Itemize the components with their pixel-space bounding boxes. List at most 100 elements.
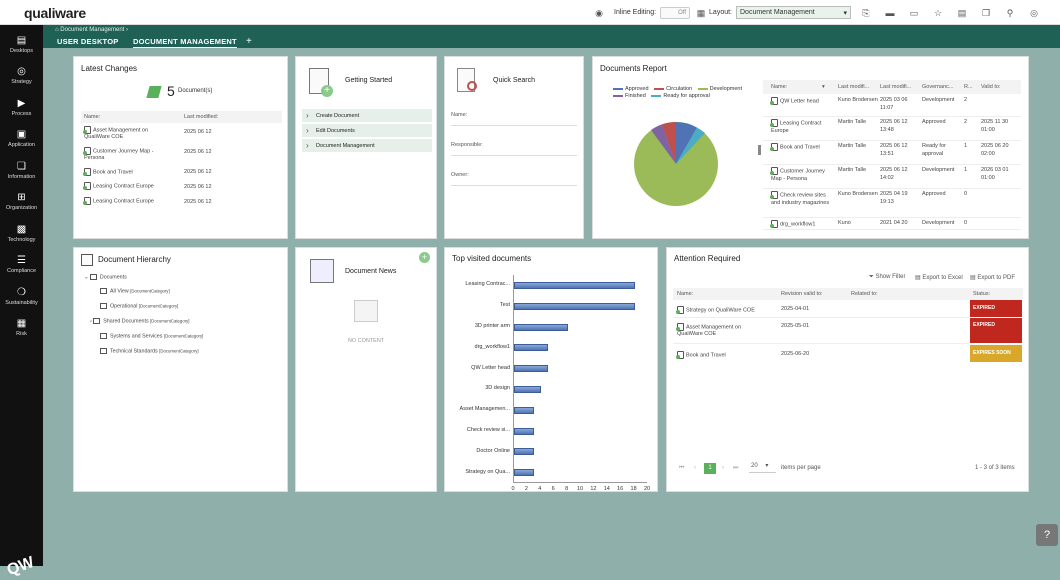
star-icon[interactable]: ☆ [933, 8, 943, 18]
sidebar-item-risk[interactable]: ▦ Risk [0, 318, 43, 337]
column-name[interactable]: Name: [771, 84, 787, 90]
add-news-button[interactable]: + [419, 252, 430, 263]
responsible-field[interactable] [451, 155, 577, 156]
help-button[interactable]: ? [1036, 524, 1058, 546]
pager-next-button[interactable]: › [722, 465, 724, 471]
tree-item[interactable]: Operational [DocumentCategory] [100, 303, 178, 309]
add-tab-button[interactable]: + [246, 36, 252, 47]
column-valid-to[interactable]: Valid to: [981, 84, 1000, 90]
chart-bar[interactable] [514, 385, 541, 393]
pager-prev-button[interactable]: ‹ [694, 465, 696, 471]
chart-bar[interactable] [514, 427, 535, 435]
inline-editing-toggle[interactable]: Off [660, 6, 691, 19]
pager-last-button[interactable]: ⏭ [733, 465, 738, 472]
sidebar-item-desktops[interactable]: ▤ Desktops [0, 35, 43, 54]
quick-search-card: Quick Search Name: Responsible: Owner: [444, 56, 584, 239]
column-related-to[interactable]: Related to: [851, 291, 878, 297]
chart-bar[interactable] [514, 469, 535, 477]
page-size-select[interactable]: 20 ▾ [749, 462, 776, 473]
column-governance[interactable]: Governanc... [922, 84, 954, 90]
report-row[interactable]: Check review sites and industry magazine… [763, 189, 1021, 218]
legend-swatch [697, 87, 708, 90]
column-revision[interactable]: R... [964, 84, 973, 90]
report-row[interactable]: drg_workflow1 Kuno 2021 04 20 Development 0 [763, 218, 1021, 230]
search-icon[interactable]: ⚲ [1005, 8, 1015, 18]
share-icon[interactable]: ⎘ [861, 8, 871, 18]
chart-bar[interactable] [514, 344, 548, 352]
chart-bar[interactable] [514, 365, 548, 373]
sidebar-item-strategy[interactable]: ◎ Strategy [0, 66, 43, 85]
sidebar-item-sustainability[interactable]: ❍ Sustainability [0, 287, 43, 306]
report-cell: 2021 04 20 [880, 220, 920, 228]
status-icon[interactable]: ◉ [594, 8, 604, 18]
table-row[interactable]: Book and Travel [676, 351, 726, 359]
folder-icon[interactable]: ▬ [885, 8, 895, 18]
column-revision-valid-to[interactable]: Revision valid to: [781, 291, 823, 297]
tree-item[interactable]: › Shared Documents [DocumentCategory] [90, 318, 190, 324]
legend-label: Ready for approval [663, 93, 710, 99]
no-content-text: NO CONTENT [347, 338, 385, 344]
tree-root-documents[interactable]: ⌄ Documents [84, 274, 127, 280]
owner-field[interactable] [451, 185, 577, 186]
sidebar-item-organization[interactable]: ⊞ Organization [0, 192, 43, 211]
tab-user-desktop[interactable]: USER DESKTOP [57, 37, 118, 46]
table-row[interactable]: Strategy on QualiWare COE [676, 306, 755, 314]
report-row[interactable]: Book and Travel Martin Talle 2025 06 12 13… [763, 141, 1021, 165]
report-cell: 2025 11 30 01:00 [981, 119, 1017, 134]
empty-box-icon [354, 300, 378, 322]
export-excel-button[interactable]: ▤ Export to Excel [915, 274, 963, 281]
table-row[interactable]: Asset Management on QualiWare COE [83, 126, 164, 140]
chart-bar[interactable] [514, 406, 535, 414]
chart-bar[interactable] [514, 323, 568, 331]
export-pdf-button[interactable]: ▤ Export to PDF [970, 274, 1015, 281]
document-management-link[interactable]: Document Management [302, 139, 432, 153]
column-name[interactable]: Name: [677, 291, 693, 297]
grid-icon[interactable]: ▤ [957, 8, 967, 18]
splitter-handle[interactable] [758, 145, 761, 155]
name-filter-icon[interactable]: ▾ [822, 84, 825, 90]
copy-icon[interactable]: ❐ [981, 8, 991, 18]
tree-item[interactable]: All View [DocumentCategory] [100, 288, 170, 294]
document-icon [770, 220, 778, 228]
chart-bar[interactable] [514, 448, 535, 456]
column-last-modified-by[interactable]: Last modifi... [838, 84, 869, 90]
table-row[interactable]: Asset Management on QualiWare COE [676, 323, 757, 337]
legend-label: Approved [625, 86, 649, 92]
chart-tick-label: 0 [511, 486, 515, 492]
report-row[interactable]: Leasing Contract Europe Martin Talle 2025 … [763, 117, 1021, 141]
create-document-link[interactable]: Create Document [302, 109, 432, 123]
monitor-icon[interactable]: ▭ [909, 8, 919, 18]
column-last-modified[interactable]: Last modifi... [880, 84, 911, 90]
tree-item[interactable]: Technical Standards [DocumentCategory] [100, 348, 199, 354]
report-cell: Martin Talle [838, 167, 878, 175]
chart-category-label: QW Letter head [471, 364, 510, 371]
table-row[interactable]: Customer Journey Map - Persona [83, 147, 164, 161]
edit-documents-link[interactable]: Edit Documents [302, 124, 432, 138]
report-row[interactable]: Customer Journey Map - Persona Martin Tal… [763, 165, 1021, 189]
pager-current-page[interactable]: 1 [704, 463, 716, 474]
sidebar-item-application[interactable]: ▣ Application [0, 129, 43, 148]
table-row[interactable]: Book and Travel [83, 168, 133, 176]
tab-document-management[interactable]: DOCUMENT MANAGEMENT [133, 37, 237, 48]
document-icon [770, 97, 778, 105]
table-row[interactable]: Leasing Contract Europe [83, 182, 154, 190]
app-logo[interactable]: qualiware [24, 5, 86, 21]
name-field[interactable] [451, 125, 577, 126]
report-row[interactable]: QW Letter head Kuno Brodersen 2025 03 06 1… [763, 95, 1021, 117]
breadcrumb[interactable]: ⌂ Document Management › [55, 27, 128, 33]
table-row[interactable]: Leasing Contract Europe [83, 197, 154, 205]
sidebar-item-technology[interactable]: ▩ Technology [0, 224, 43, 243]
show-filter-button[interactable]: ⏷ Show Filter [869, 274, 905, 281]
cell-text: Leasing Contract Europe [771, 120, 822, 134]
tree-item[interactable]: Systems and Services [DocumentCategory] [100, 333, 203, 339]
chart-bar[interactable] [514, 281, 635, 289]
cell-text: Martin Talle [838, 167, 867, 173]
sidebar-item-compliance[interactable]: ☰ Compliance [0, 255, 43, 274]
column-status[interactable]: Status: [973, 291, 990, 297]
sidebar-item-process[interactable]: ▶ Process [0, 98, 43, 117]
layout-select[interactable]: Document Management ▾ [736, 6, 851, 19]
sidebar-item-information[interactable]: ❏ Information [0, 161, 43, 180]
pager-first-button[interactable]: ⏮ [679, 465, 684, 472]
user-icon[interactable]: ◎ [1029, 8, 1039, 18]
chart-bar[interactable] [514, 302, 635, 310]
